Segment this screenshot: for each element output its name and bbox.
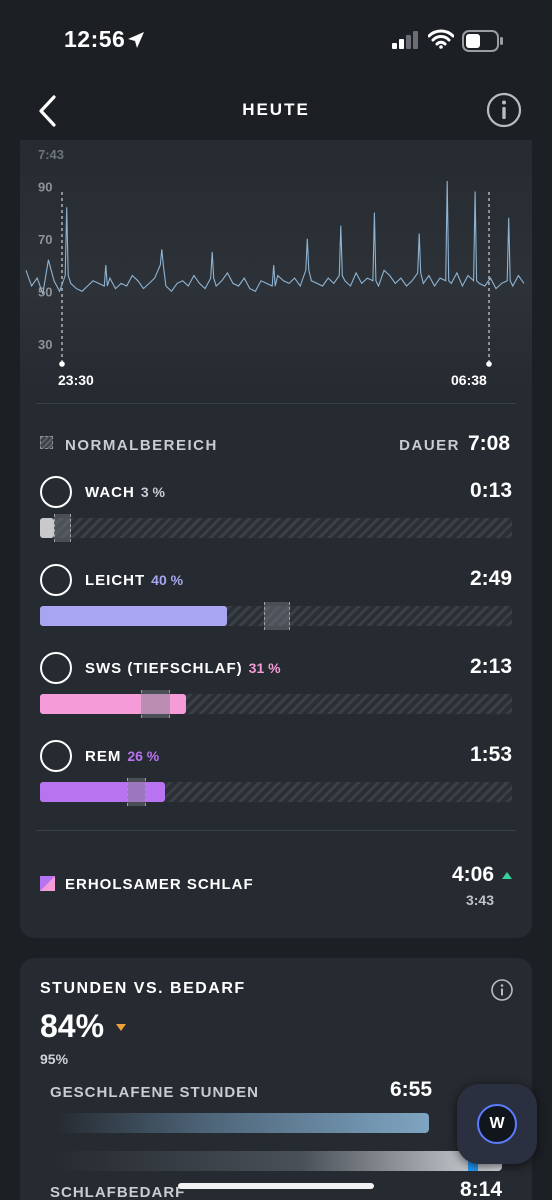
stage-name: LEICHT — [85, 572, 146, 589]
stage-duration: 1:53 — [469, 743, 512, 766]
divider — [36, 403, 516, 404]
sleep-start-dot — [59, 361, 65, 367]
status-bar: 12:56 — [0, 0, 552, 80]
sleep-need-label: SCHLAFBEDARF — [50, 1184, 186, 1200]
trend-up-icon — [502, 872, 512, 879]
slept-hours-label: GESCHLAFENE STUNDEN — [50, 1084, 260, 1101]
stage-bar — [40, 778, 512, 806]
battery-icon — [462, 30, 503, 52]
hours-vs-need-card: STUNDEN VS. BEDARF 84% 95% GESCHLAFENE S… — [20, 958, 532, 1200]
navigation-bar: HEUTE — [0, 80, 552, 140]
stage-bar-fill — [40, 782, 166, 802]
stage-row-rem[interactable]: REM 26 % 1:53 — [40, 740, 512, 812]
restorative-sleep-icon — [40, 876, 55, 891]
wifi-icon — [428, 29, 454, 49]
stage-bar-fill — [40, 518, 55, 538]
restorative-sleep-previous: 3:43 — [465, 892, 494, 908]
assistant-icon: W — [477, 1104, 517, 1144]
stage-percent: 3 % — [140, 484, 165, 500]
stage-row-leicht[interactable]: LEICHT 40 % 2:49 — [40, 564, 512, 636]
stage-row-sws[interactable]: SWS (TIEFSCHLAF) 31 % 2:13 — [40, 652, 512, 724]
duration-label: DAUER — [399, 437, 460, 454]
duration-value: 7:08 — [467, 432, 510, 455]
normal-range-marker — [127, 778, 147, 806]
y-tick-label: 30 — [38, 337, 52, 352]
whoop-assistant-button[interactable]: W — [457, 1084, 537, 1164]
slept-hours-bar — [56, 1113, 429, 1133]
normal-range-symbol — [40, 436, 53, 449]
stage-percent: 31 % — [248, 660, 281, 676]
sleep-start-label: 23:30 — [58, 372, 94, 388]
stage-bar-fill — [40, 606, 227, 626]
normal-range-marker — [264, 602, 291, 630]
normal-range-marker — [54, 514, 71, 542]
heart-rate-chart[interactable]: 7:43 90705030 23:30 06:38 — [20, 140, 532, 390]
stage-duration: 2:49 — [469, 567, 512, 590]
stage-bar — [40, 602, 512, 630]
sleep-end-label: 06:38 — [451, 372, 487, 388]
normal-range-label: NORMALBEREICH — [65, 437, 218, 454]
stage-percent: 40 % — [151, 572, 184, 588]
assistant-icon-letter: W — [489, 1115, 505, 1132]
stage-duration: 0:13 — [469, 479, 512, 502]
stage-bar — [40, 690, 512, 718]
slept-hours-value: 6:55 — [389, 1078, 432, 1101]
restorative-sleep-value: 4:06 — [451, 863, 494, 886]
stage-name: SWS (TIEFSCHLAF) — [85, 660, 243, 677]
location-arrow-icon — [128, 32, 144, 48]
stage-circle-icon — [40, 740, 72, 772]
page-title: HEUTE — [242, 100, 310, 119]
restorative-sleep-label[interactable]: ERHOLSAMER SCHLAF — [65, 876, 254, 893]
stage-circle-icon — [40, 564, 72, 596]
stage-circle-icon — [40, 652, 72, 684]
stage-name: WACH — [85, 484, 135, 501]
cellular-signal-icon — [392, 31, 418, 49]
stage-row-wach[interactable]: WACH 3 % 0:13 — [40, 476, 512, 548]
sleep-need-bar — [56, 1151, 502, 1171]
y-tick-label: 70 — [38, 232, 52, 247]
y-tick-label: 90 — [38, 179, 52, 194]
info-button[interactable] — [486, 92, 522, 128]
sleep-card: 7:43 90 70 50 30 23:30 06:38 NORMALBEREICH … — [20, 140, 532, 938]
peak-label: 7:43 — [38, 147, 64, 162]
stage-name: REM — [85, 748, 122, 765]
status-time: 12:56 — [64, 26, 126, 52]
stage-bar — [40, 514, 512, 542]
info-icon[interactable] — [490, 978, 514, 1002]
need-percent-previous: 95% — [40, 1051, 69, 1067]
sleep-end-dot — [486, 361, 492, 367]
stage-percent: 26 % — [127, 748, 160, 764]
need-percent: 84% — [40, 1008, 105, 1044]
home-indicator[interactable] — [178, 1183, 374, 1189]
normal-range-marker — [141, 690, 170, 718]
stage-circle-icon — [40, 476, 72, 508]
sleep-need-value: 8:14 — [459, 1178, 502, 1200]
divider — [36, 830, 516, 831]
stage-duration: 2:13 — [469, 655, 512, 678]
card-title: STUNDEN VS. BEDARF — [40, 980, 246, 997]
trend-down-icon — [116, 1024, 126, 1031]
